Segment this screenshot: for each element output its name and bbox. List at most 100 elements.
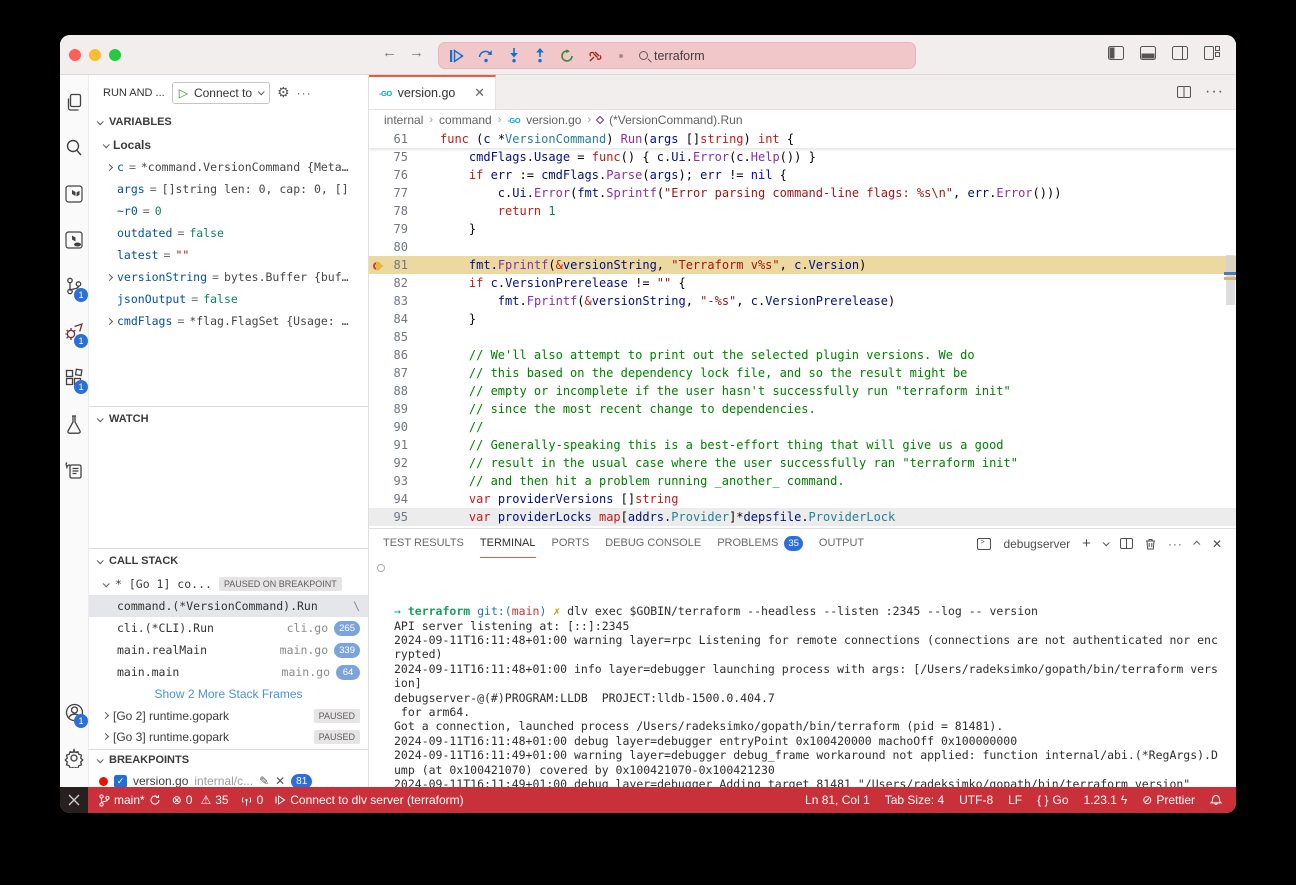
new-terminal-icon[interactable]: + — [1082, 535, 1091, 552]
formatter-status[interactable]: ⊘Prettier — [1142, 793, 1195, 807]
language-mode[interactable]: { }Go — [1037, 793, 1068, 807]
variable-row[interactable]: c=*command.VersionCommand {Meta… — [89, 156, 368, 178]
more-actions-icon[interactable]: ··· — [297, 86, 312, 100]
variable-row[interactable]: cmdFlags=*flag.FlagSet {Usage: … — [89, 310, 368, 332]
close-tab-icon[interactable]: ✕ — [474, 85, 485, 101]
panel-tab-terminal[interactable]: TERMINAL — [480, 529, 536, 558]
branch-status[interactable]: main* — [99, 793, 161, 807]
code-line[interactable]: 80 — [369, 238, 1236, 256]
panel-tab-debug-console[interactable]: DEBUG CONSOLE — [605, 529, 701, 558]
variable-row[interactable]: outdated=false — [89, 222, 368, 244]
code-line[interactable]: 92 // result in the usual case where the… — [369, 454, 1236, 472]
code-line[interactable]: 76 if err := cmdFlags.Parse(args); err !… — [369, 166, 1236, 184]
tab-version-go[interactable]: -GO version.go ✕ — [369, 75, 496, 109]
variable-row[interactable]: versionString=bytes.Buffer {buf… — [89, 266, 368, 288]
breadcrumb-item[interactable]: version.go — [526, 113, 581, 127]
breadcrumb-item[interactable]: internal — [384, 113, 423, 127]
panel-tab-problems[interactable]: PROBLEMS35 — [717, 529, 803, 558]
activity-item-explorer[interactable] — [60, 79, 88, 125]
current-debug-line[interactable]: 81 fmt.Fprintf(&versionString, "Terrafor… — [369, 256, 1236, 274]
thread-row[interactable]: [Go 3] runtime.goparkPAUSED — [89, 726, 368, 747]
panel-tab-output[interactable]: OUTPUT — [819, 529, 864, 558]
code-line[interactable]: 75 cmdFlags.Usage = func() { c.Ui.Error(… — [369, 148, 1236, 166]
variable-row[interactable]: args=[]string len: 0, cap: 0, [] — [89, 178, 368, 200]
activity-item-settings[interactable] — [60, 735, 88, 781]
thread-row[interactable]: [Go 2] runtime.goparkPAUSED — [89, 705, 368, 726]
stack-frame[interactable]: main.realMainmain.go339 — [89, 639, 368, 661]
code-line[interactable]: 61func (c *VersionCommand) Run(args []st… — [369, 130, 1236, 148]
go-version[interactable]: 1.23.1ϟ — [1084, 793, 1128, 807]
code-line[interactable]: 89 // since the most recent change to de… — [369, 400, 1236, 418]
terminal-output[interactable]: → terraform git:(main) ✗ dlv exec $GOBIN… — [369, 558, 1236, 787]
problems-status[interactable]: ⊗ 0 ⚠ 35 — [172, 793, 229, 807]
activity-item-source-control[interactable]: 1 — [60, 263, 88, 309]
navigate-forward-icon[interactable]: → — [409, 44, 424, 61]
panel-tab-ports[interactable]: PORTS — [552, 529, 590, 558]
restart-icon[interactable] — [560, 49, 574, 63]
command-decoration-icon[interactable] — [377, 564, 385, 572]
split-editor-icon[interactable] — [1177, 86, 1191, 98]
code-line[interactable]: 79 } — [369, 220, 1236, 238]
editor-more-actions-icon[interactable]: ··· — [1205, 83, 1224, 101]
code-line[interactable]: 77 c.Ui.Error(fmt.Sprintf("Error parsing… — [369, 184, 1236, 202]
zoom-window-button[interactable] — [109, 49, 121, 61]
close-window-button[interactable] — [69, 49, 81, 61]
thread-go1[interactable]: * [Go 1] co... PAUSED ON BREAKPOINT — [89, 573, 368, 595]
locals-scope[interactable]: Locals — [89, 134, 368, 156]
activity-item-search[interactable] — [60, 125, 88, 171]
code-editor[interactable]: 61func (c *VersionCommand) Run(args []st… — [369, 130, 1236, 528]
breakpoint-checkbox[interactable]: ✓ — [114, 775, 127, 788]
code-line[interactable]: 87 // this based on the dependency lock … — [369, 364, 1236, 382]
terminal-dropdown-icon[interactable] — [1103, 539, 1110, 546]
code-line[interactable]: 85 — [369, 328, 1236, 346]
stack-frame[interactable]: cli.(*CLI).Runcli.go265 — [89, 617, 368, 639]
encoding-setting[interactable]: UTF-8 — [959, 793, 993, 807]
toggle-secondary-sidebar-icon[interactable] — [1172, 46, 1188, 60]
debug-settings-gear-icon[interactable]: ⚙ — [277, 84, 290, 101]
navigate-back-icon[interactable]: ← — [382, 44, 397, 61]
breadcrumb-item[interactable]: (*VersionCommand).Run — [609, 113, 742, 127]
editor-scrollbar[interactable] — [1226, 255, 1235, 305]
customize-layout-icon[interactable] — [1204, 46, 1220, 60]
indentation-setting[interactable]: Tab Size: 4 — [885, 793, 944, 807]
breakpoints-header[interactable]: BREAKPOINTS — [89, 750, 368, 770]
continue-icon[interactable] — [449, 49, 464, 63]
variable-row[interactable]: ~r0=0 — [89, 200, 368, 222]
stack-frame[interactable]: command.(*VersionCommand).Run\ — [89, 595, 368, 617]
chevron-down-icon[interactable] — [258, 88, 265, 95]
call-stack-header[interactable]: CALL STACK — [89, 549, 368, 573]
toggle-panel-icon[interactable] — [1140, 46, 1156, 60]
code-line[interactable]: 94 var providerVersions []string — [369, 490, 1236, 508]
kill-terminal-trash-icon[interactable] — [1145, 538, 1156, 550]
code-line[interactable]: 78 return 1 — [369, 202, 1236, 220]
maximize-panel-icon[interactable] — [1193, 541, 1200, 548]
code-line[interactable]: 82 if c.VersionPrerelease != "" { — [369, 274, 1236, 292]
ports-status[interactable]: 0 — [240, 793, 264, 807]
code-line[interactable]: 86 // We'll also attempt to print out th… — [369, 346, 1236, 364]
panel-more-actions-icon[interactable]: ··· — [1168, 537, 1183, 551]
cursor-position[interactable]: Ln 81, Col 1 — [805, 793, 870, 807]
disconnect-icon[interactable] — [588, 49, 603, 63]
remove-breakpoint-icon[interactable]: ✕ — [275, 774, 285, 787]
terminal-process-label[interactable]: debugserver — [1003, 537, 1070, 551]
debug-config-select[interactable]: Connect to — [194, 86, 252, 100]
code-line[interactable]: 84 } — [369, 310, 1236, 328]
toggle-sidebar-icon[interactable] — [1108, 46, 1124, 60]
activity-item-terraform-cloud[interactable] — [60, 217, 88, 263]
remote-indicator[interactable] — [60, 787, 88, 813]
code-line[interactable]: 88 // empty or incomplete if the user ha… — [369, 382, 1236, 400]
variables-header[interactable]: VARIABLES — [89, 110, 368, 134]
code-line[interactable]: 91 // Generally-speaking this is a best-… — [369, 436, 1236, 454]
variable-row[interactable]: jsonOutput=false — [89, 288, 368, 310]
debug-target-status[interactable]: Connect to dlv server (terraform) — [274, 793, 463, 807]
variable-row[interactable]: latest="" — [89, 244, 368, 266]
activity-item-testing[interactable] — [60, 401, 88, 447]
eol-setting[interactable]: LF — [1008, 793, 1022, 807]
activity-item-run-and-debug[interactable]: 1 — [60, 309, 88, 355]
step-into-icon[interactable] — [508, 48, 520, 63]
activity-item-terraform[interactable] — [60, 171, 88, 217]
breadcrumb-item[interactable]: command — [439, 113, 492, 127]
show-more-frames-link[interactable]: Show 2 More Stack Frames — [89, 683, 368, 705]
activity-item-extensions[interactable]: 1 — [60, 355, 88, 401]
notifications-bell-icon[interactable] — [1210, 794, 1222, 807]
